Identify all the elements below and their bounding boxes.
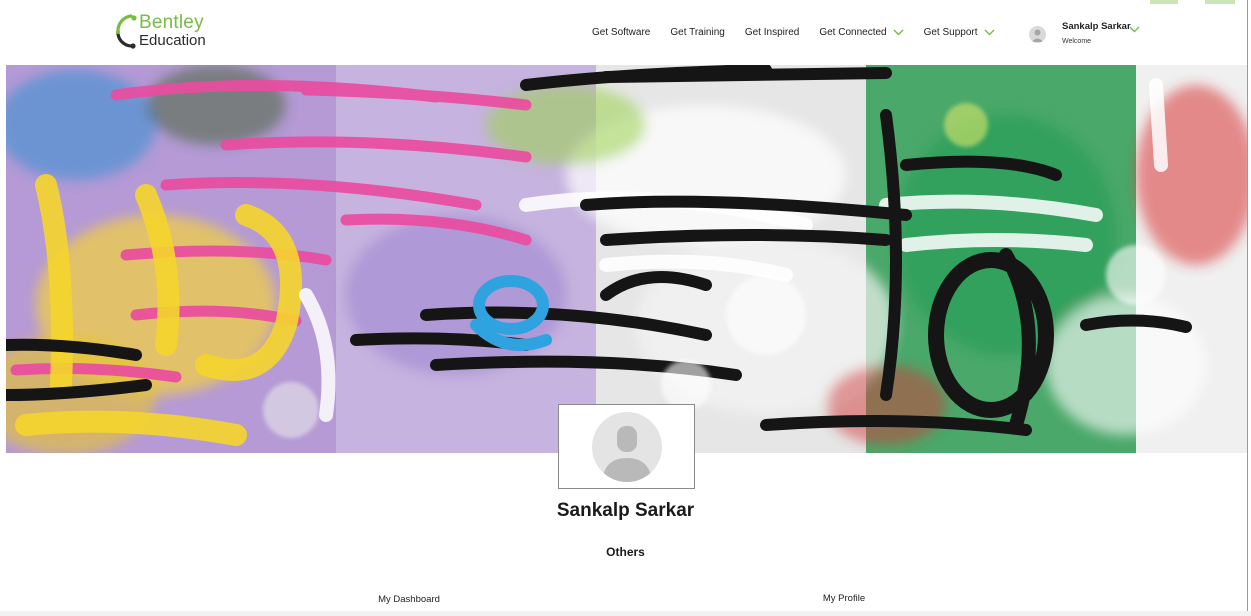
logo-mark-icon: [116, 14, 137, 49]
nav-get-software[interactable]: Get Software: [592, 27, 650, 38]
avatar-icon: [1029, 26, 1046, 43]
site-header: Bentley Education Get Software Get Train…: [0, 0, 1251, 65]
profile-role: Others: [606, 545, 645, 559]
nav-get-training[interactable]: Get Training: [670, 27, 724, 38]
nav-get-connected[interactable]: Get Connected: [819, 27, 904, 38]
bentley-education-logo[interactable]: Bentley Education: [112, 12, 242, 50]
avatar-placeholder-icon: [591, 411, 662, 482]
user-greeting: Welcome: [1062, 38, 1092, 45]
profile-name: Sankalp Sarkar: [556, 500, 695, 521]
user-menu[interactable]: Sankalp Sarkar Welcome: [1029, 18, 1149, 52]
profile-picture[interactable]: [558, 404, 695, 489]
profile-banner-image: [6, 65, 1247, 453]
chevron-down-icon: [1129, 26, 1140, 33]
chevron-down-icon: [984, 29, 995, 36]
chevron-down-icon: [893, 29, 904, 36]
corner-decoration: [1150, 0, 1240, 5]
logo-text-education: Education: [139, 32, 206, 49]
logo-text-bentley: Bentley: [139, 12, 204, 33]
nav-get-support[interactable]: Get Support: [924, 27, 995, 38]
main-nav: Get Software Get Training Get Inspired G…: [592, 27, 1015, 38]
page-bottom-strip: [0, 611, 1251, 616]
tab-my-profile[interactable]: My Profile: [637, 585, 1051, 613]
user-name: Sankalp Sarkar: [1062, 21, 1131, 32]
nav-get-inspired[interactable]: Get Inspired: [745, 27, 799, 38]
graffiti-banner-art: [6, 65, 1247, 453]
tab-my-dashboard[interactable]: My Dashboard: [200, 585, 618, 613]
